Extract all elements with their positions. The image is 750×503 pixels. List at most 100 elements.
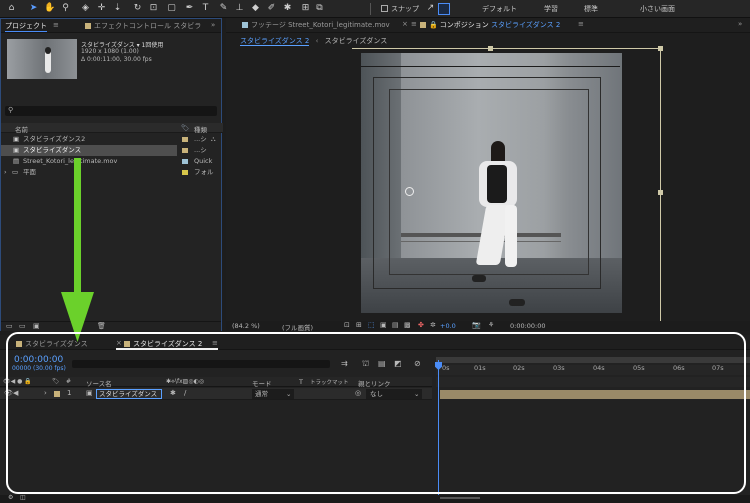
render-icon[interactable]: ⚙ xyxy=(8,494,13,501)
selection-tool-icon[interactable]: ➤ xyxy=(28,3,39,14)
snap-checkbox[interactable] xyxy=(381,5,388,12)
exposure-icon[interactable]: ✲ xyxy=(430,321,436,329)
new-folder-icon[interactable]: ▭ xyxy=(19,322,26,330)
project-menu-icon[interactable]: ≡ xyxy=(53,21,59,29)
hand-tool-icon[interactable]: ✋ xyxy=(44,3,55,14)
brush-tool-icon[interactable]: ✎ xyxy=(218,3,229,14)
col-type[interactable]: 種類 xyxy=(194,124,207,134)
workspace-small-screen[interactable]: 小さい画面 xyxy=(640,4,675,14)
eraser-tool-icon[interactable]: ◆ xyxy=(250,3,261,14)
breadcrumb-active[interactable]: スタビライズダンス 2 xyxy=(240,37,310,46)
project-item-selected[interactable]: ▣ スタビライズダンス xyxy=(1,145,177,156)
align-icon[interactable]: ⊞ xyxy=(300,3,311,14)
pen-tool-icon[interactable]: ✒ xyxy=(184,3,195,14)
type-tool-icon[interactable]: T xyxy=(200,3,211,14)
project-item-type: フォル xyxy=(194,168,214,176)
label-swatch xyxy=(242,22,248,28)
orbit-tool-icon[interactable]: ◈ xyxy=(80,3,91,14)
workspace-learn[interactable]: 学習 xyxy=(544,4,558,14)
composition-icon: ▣ xyxy=(13,135,20,143)
comp-tab-prefix: コンポジション xyxy=(439,21,489,29)
project-item[interactable]: ▤ Street_Kotori_legitimate.mov Quick xyxy=(1,156,223,167)
comp-menu-icon[interactable]: ≡ xyxy=(578,20,584,28)
toggle-icon[interactable]: ⧉ xyxy=(314,3,325,14)
thumbnail xyxy=(7,39,77,79)
tab-project[interactable]: プロジェクト xyxy=(5,21,47,32)
panel-expand-icon[interactable]: » xyxy=(738,20,742,28)
zoom-dropdown[interactable]: (84.2 %) xyxy=(232,322,260,330)
thumb-duration: Δ 0:00:11:00, 30.00 fps xyxy=(81,56,152,63)
status-bar: ⚙ ◫ xyxy=(0,494,750,503)
puppet-tool-icon[interactable]: ✱ xyxy=(282,3,293,14)
effect-tab-label: エフェクトコントロール スタビラ xyxy=(94,22,202,30)
comp-tab-name: スタビライズダンス 2 xyxy=(490,21,561,29)
clone-stamp-icon[interactable]: ⊥ xyxy=(234,3,245,14)
video-frame[interactable] xyxy=(361,53,622,313)
roto-brush-icon[interactable]: ✐ xyxy=(266,3,277,14)
mask-icon[interactable]: ⬚ xyxy=(368,321,375,329)
project-item-type: Quick xyxy=(194,157,213,165)
color-icon[interactable]: ✤ xyxy=(418,321,424,329)
panel-expand-icon[interactable]: » xyxy=(211,21,215,29)
anchor-point-icon[interactable] xyxy=(405,187,414,196)
search-icon: ⚲ xyxy=(8,106,14,114)
zoom-slider[interactable] xyxy=(440,497,480,499)
interpret-footage-icon[interactable]: ▭ xyxy=(6,322,13,330)
rotate-tool-icon[interactable]: ↻ xyxy=(132,3,143,14)
snapshot-icon[interactable]: ▣ xyxy=(380,321,387,329)
chevron-right-icon[interactable]: › xyxy=(4,167,7,178)
show-snapshot-icon[interactable]: ⚘ xyxy=(488,321,494,329)
footage-menu-icon[interactable]: ≡ xyxy=(411,20,417,28)
pan-tool-icon[interactable]: ✛ xyxy=(96,3,107,14)
workspace-default[interactable]: デフォルト xyxy=(482,4,517,14)
project-list-header: 名前 🏷 種類 xyxy=(1,123,223,134)
dolly-tool-icon[interactable]: ⇣ xyxy=(112,3,123,14)
close-icon[interactable]: × xyxy=(402,20,408,28)
label-swatch xyxy=(420,22,426,28)
tab-footage[interactable]: フッテージ Street_Kotori_legitimate.mov xyxy=(242,20,390,30)
rectangle-tool-icon[interactable]: ▢ xyxy=(166,3,177,14)
tab-effect-controls[interactable]: エフェクトコントロール スタビラ xyxy=(85,21,201,31)
footage-tab-label: フッテージ Street_Kotori_legitimate.mov xyxy=(251,21,390,29)
delete-icon[interactable]: 🗑 xyxy=(97,322,106,330)
footage-icon: ▤ xyxy=(13,157,20,165)
layer-bounds xyxy=(352,48,662,49)
project-panel: プロジェクト ≡ エフェクトコントロール スタビラ » スタビライズダンス ▾ … xyxy=(0,18,223,331)
label-swatch xyxy=(182,137,188,142)
project-item-type: ...シ xyxy=(194,146,207,154)
exposure-value[interactable]: +0.0 xyxy=(440,322,456,330)
project-item[interactable]: ▣ スタビライズダンス2 ...シ ⛬ xyxy=(1,134,223,145)
snap-option-icon[interactable]: ↗ xyxy=(425,3,436,14)
project-item-type-cell: ...シ xyxy=(177,145,223,156)
region-icon[interactable]: ⊡ xyxy=(344,321,350,329)
viewer-footer: (84.2 %) (フル画質) ⊡ ⊞ ⬚ ▣ ▤ ▩ ✤ ✲ +0.0 📷 ⚘… xyxy=(226,321,750,332)
new-comp-icon[interactable]: ▣ xyxy=(33,322,40,330)
resolution-dropdown[interactable]: (フル画質) xyxy=(282,322,313,332)
breadcrumb: スタビライズダンス 2 ‹ スタビライズダンス xyxy=(240,36,387,46)
snap-grid-icon[interactable] xyxy=(438,3,450,15)
zoom-tool-icon[interactable]: ⚲ xyxy=(60,3,71,14)
flowchart-icon[interactable]: ⛬ xyxy=(211,134,216,145)
label-swatch xyxy=(182,170,188,175)
transform-handle[interactable] xyxy=(488,46,493,51)
project-item-name: 平面 xyxy=(23,168,36,176)
composition-panel: フッテージ Street_Kotori_legitimate.mov × ≡ 🔒… xyxy=(226,18,750,332)
transparency-icon[interactable]: ▩ xyxy=(404,321,411,329)
workspace-standard[interactable]: 標準 xyxy=(584,4,598,14)
project-item[interactable]: › ▭ 平面 フォル xyxy=(1,167,223,178)
camera-icon[interactable]: 📷 xyxy=(472,321,481,329)
grid-icon[interactable]: ⊞ xyxy=(356,321,362,329)
transform-handle[interactable] xyxy=(658,46,663,51)
project-search-input[interactable]: ⚲ xyxy=(5,106,217,116)
tab-composition[interactable]: 🔒 コンポジション スタビライズダンス 2 xyxy=(420,20,560,30)
graph-icon[interactable]: ◫ xyxy=(20,494,26,501)
thumb-resolution: 1920 x 1080 (1.00) xyxy=(81,48,139,55)
channel-icon[interactable]: ▤ xyxy=(392,321,399,329)
breadcrumb-item[interactable]: スタビライズダンス xyxy=(325,37,388,45)
home-icon[interactable]: ⌂ xyxy=(6,3,17,14)
label-swatch xyxy=(182,148,188,153)
transform-handle[interactable] xyxy=(658,190,663,195)
anchor-tool-icon[interactable]: ⊡ xyxy=(148,3,159,14)
col-name[interactable]: 名前 xyxy=(15,124,28,134)
viewer-timecode[interactable]: 0:00:00:00 xyxy=(510,322,546,330)
